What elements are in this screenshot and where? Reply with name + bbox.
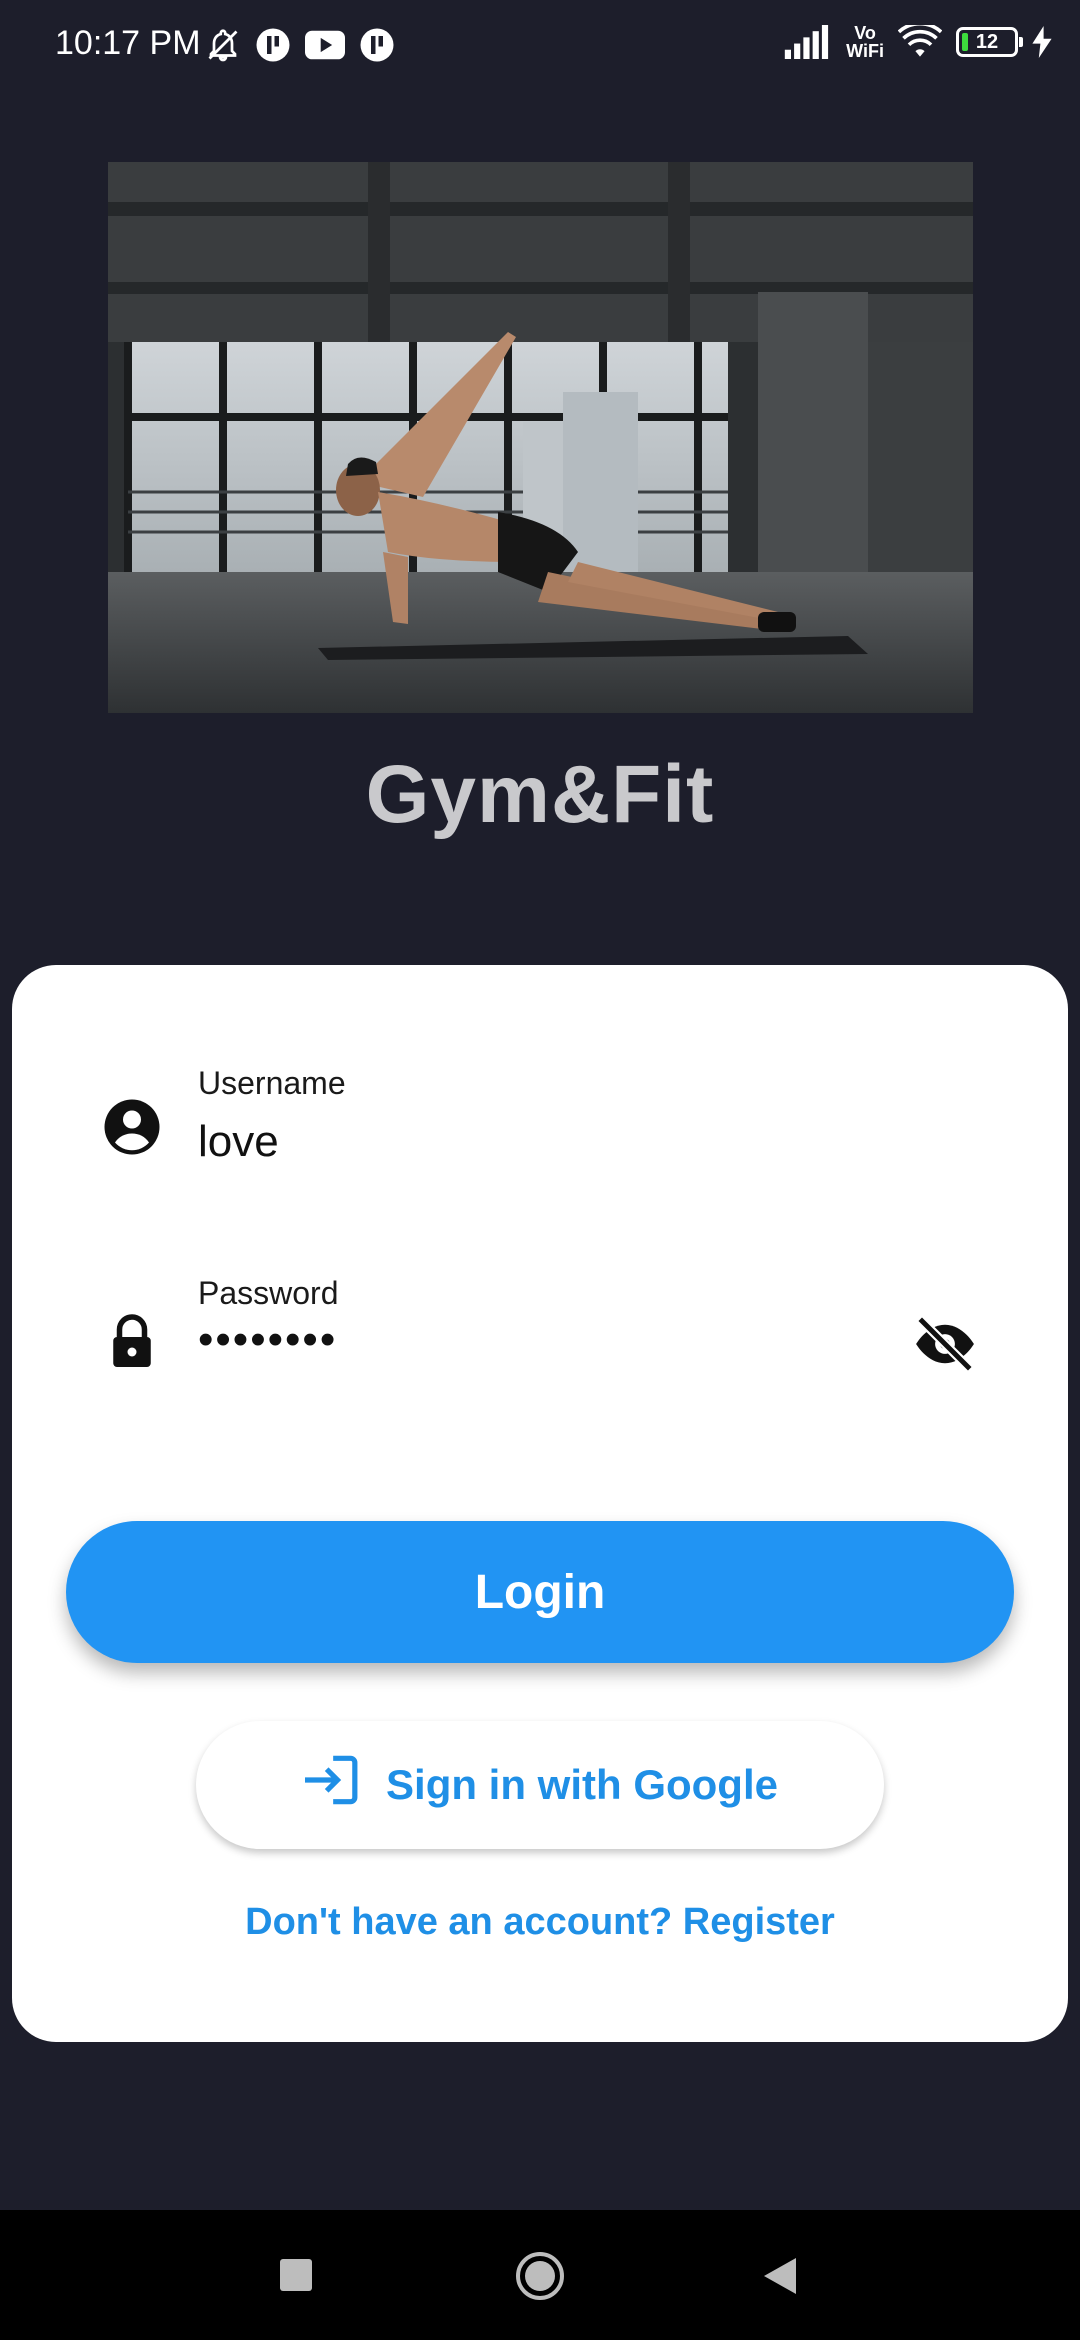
login-button[interactable]: Login (66, 1521, 1014, 1663)
login-card: Username love Password •••••••• Login Si… (12, 965, 1068, 2042)
google-signin-label: Sign in with Google (386, 1761, 778, 1808)
login-arrow-icon (302, 1754, 360, 1816)
vowifi-icon: Vo WiFi (846, 24, 884, 60)
app-icon (255, 27, 291, 63)
password-field[interactable]: Password •••••••• (12, 1275, 1068, 1395)
lock-icon (102, 1311, 162, 1371)
status-system-icons: Vo WiFi 12 (784, 24, 1052, 60)
account-circle-icon (102, 1097, 162, 1157)
navigation-bar (0, 2210, 1080, 2340)
username-input[interactable]: love (198, 1117, 279, 1167)
status-notification-icons (205, 26, 395, 64)
eye-off-icon[interactable] (912, 1311, 978, 1377)
register-link[interactable]: Don't have an account? Register (12, 1901, 1068, 1944)
app-icon (359, 27, 395, 63)
signal-icon (784, 25, 832, 59)
login-button-label: Login (474, 1565, 606, 1619)
password-input[interactable]: •••••••• (198, 1315, 337, 1365)
status-time: 10:17 PM (55, 24, 201, 62)
home-icon[interactable] (515, 2251, 565, 2301)
battery-level: 12 (975, 30, 999, 53)
wifi-icon (898, 25, 942, 59)
charging-icon (1032, 26, 1052, 58)
google-signin-button[interactable]: Sign in with Google (196, 1721, 884, 1849)
hero-image (108, 162, 973, 713)
recents-icon[interactable] (280, 2259, 312, 2291)
back-icon[interactable] (762, 2256, 798, 2296)
username-label: Username (198, 1065, 346, 1101)
bell-off-icon (205, 26, 241, 64)
app-title: Gym&Fit (365, 749, 715, 840)
vowifi-bottom: WiFi (846, 41, 884, 61)
status-bar: 10:17 PM Vo WiFi 12 (0, 0, 1080, 96)
username-field[interactable]: Username love (12, 1065, 1068, 1185)
youtube-icon (305, 30, 345, 60)
battery-icon: 12 (956, 27, 1023, 57)
vowifi-top: Vo (854, 23, 876, 43)
password-label: Password (198, 1275, 339, 1311)
